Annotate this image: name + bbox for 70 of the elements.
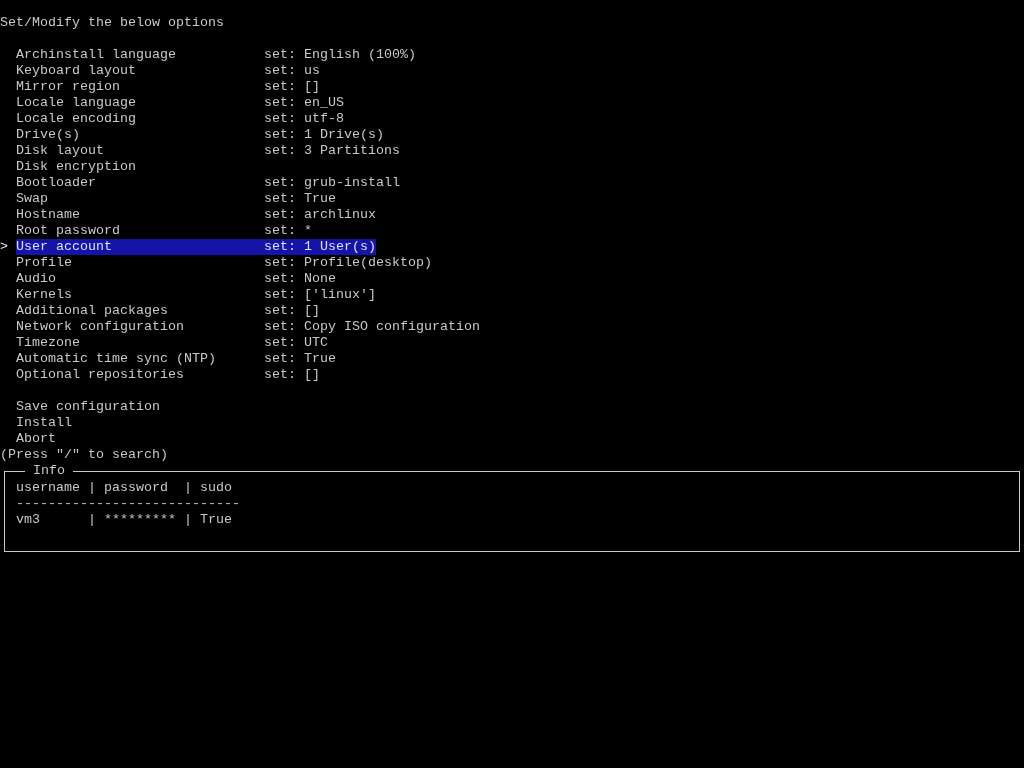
option-value: set: utf-8 <box>264 111 344 127</box>
option-label: Locale language <box>16 95 137 111</box>
option-label: Locale encoding <box>16 111 137 127</box>
heading: Set/Modify the below options <box>0 15 224 31</box>
menu-item[interactable]: Disk encryption <box>16 159 136 175</box>
option-label: Optional repositories <box>16 367 185 383</box>
menu-item[interactable]: Optional repositories set: [] <box>16 367 320 383</box>
menu-item[interactable]: User account set: 1 User(s) <box>16 239 376 255</box>
menu-item[interactable]: Swap set: True <box>16 191 336 207</box>
menu-item[interactable]: Audio set: None <box>16 271 336 287</box>
option-value: set: None <box>264 271 336 287</box>
menu-item[interactable]: Root password set: * <box>16 223 312 239</box>
option-value: set: [] <box>264 303 320 319</box>
option-label: Additional packages <box>16 303 169 319</box>
option-value: set: grub-install <box>264 175 400 191</box>
option-value: set: us <box>264 63 320 79</box>
option-value: set: archlinux <box>264 207 376 223</box>
option-value: set: Profile(desktop) <box>264 255 432 271</box>
menu-item[interactable]: Archinstall language set: English (100%) <box>16 47 416 63</box>
table-header: username | password | sudo <box>16 480 232 496</box>
menu-item[interactable]: Disk layout set: 3 Partitions <box>16 143 400 159</box>
option-value: set: 3 Partitions <box>264 143 400 159</box>
menu-item[interactable]: Network configuration set: Copy ISO configuration <box>16 319 480 335</box>
search-hint: (Press "/" to search) <box>0 447 168 463</box>
option-value: set: UTC <box>264 335 328 351</box>
menu-item[interactable]: Bootloader set: grub-install <box>16 175 400 191</box>
option-value: set: English (100%) <box>264 47 416 63</box>
table-row: vm3 | ********* | True <box>16 512 232 528</box>
option-value: set: * <box>264 223 312 239</box>
option-label: Drive(s) <box>16 127 81 143</box>
option-label: Keyboard layout <box>16 63 137 79</box>
option-label: Swap <box>16 191 49 207</box>
option-label: Timezone <box>16 335 81 351</box>
option-value: set: en_US <box>264 95 344 111</box>
option-label: Hostname <box>16 207 81 223</box>
menu-item[interactable]: Profile set: Profile(desktop) <box>16 255 432 271</box>
option-label: Audio <box>16 271 57 287</box>
menu-item[interactable]: Kernels set: ['linux'] <box>16 287 376 303</box>
menu-item[interactable]: Automatic time sync (NTP) set: True <box>16 351 336 367</box>
menu-item[interactable]: Drive(s) set: 1 Drive(s) <box>16 127 384 143</box>
menu-item[interactable]: Hostname set: archlinux <box>16 207 376 223</box>
option-value: set: 1 User(s) <box>264 239 376 255</box>
option-label: Profile <box>16 255 73 271</box>
option-value: set: 1 Drive(s) <box>264 127 384 143</box>
menu-item[interactable]: Save configuration <box>16 399 160 415</box>
cursor-icon: > <box>0 239 8 254</box>
option-label: Mirror region <box>16 79 121 95</box>
menu-item[interactable]: Locale language set: en_US <box>16 95 344 111</box>
option-label: Root password <box>16 223 121 239</box>
menu-item[interactable]: Mirror region set: [] <box>16 79 320 95</box>
option-value: set: True <box>264 191 336 207</box>
option-label: Kernels <box>16 287 73 303</box>
menu-item[interactable]: Keyboard layout set: us <box>16 63 320 79</box>
option-value: set: ['linux'] <box>264 287 376 303</box>
menu-item[interactable]: Abort <box>16 431 56 447</box>
option-value: set: True <box>264 351 336 367</box>
menu-item[interactable]: Install <box>16 415 72 431</box>
table-separator: ---------------------------- <box>16 496 240 512</box>
option-label: Network configuration <box>16 319 185 335</box>
option-value: set: Copy ISO configuration <box>264 319 480 335</box>
option-value: set: [] <box>264 79 320 95</box>
option-value: set: [] <box>264 367 320 383</box>
option-label: User account <box>16 239 113 255</box>
menu-item[interactable]: Timezone set: UTC <box>16 335 328 351</box>
option-label: Automatic time sync (NTP) <box>16 351 217 367</box>
menu-item[interactable]: Additional packages set: [] <box>16 303 320 319</box>
menu-item[interactable]: Locale encoding set: utf-8 <box>16 111 344 127</box>
option-label: Archinstall language <box>16 47 177 63</box>
option-label: Disk layout <box>16 143 105 159</box>
option-label: Bootloader <box>16 175 97 191</box>
